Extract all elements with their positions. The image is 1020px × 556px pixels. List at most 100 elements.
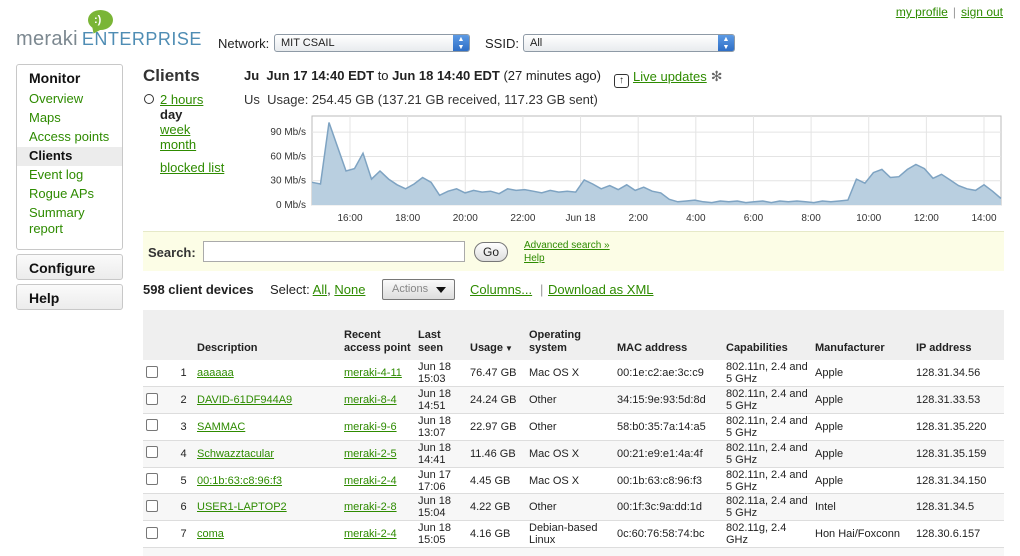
table-row[interactable]: 1 aaaaaa meraki-4-11 Jun 18 15:03 76.47 GB Ma…: [143, 360, 1004, 388]
access-point-link[interactable]: meraki-2-8: [344, 501, 397, 513]
sidebar-item-event-log[interactable]: Event log: [17, 166, 122, 185]
ssid-select[interactable]: All ▲ ▼: [523, 34, 735, 52]
table-row[interactable]: 5 00:1b:63:c8:96:f3 meraki-2-4 Jun 17 17:06…: [143, 467, 1004, 495]
range-prefix: Ju: [244, 68, 260, 83]
actions-button[interactable]: Actions: [382, 279, 455, 300]
cell-last-seen: Jun 18 14:51: [415, 386, 467, 415]
access-point-link[interactable]: meraki-8-4: [344, 394, 397, 406]
table-row[interactable]: Jun 18 Windows 802.11n, 2.4: [143, 547, 1004, 556]
row-checkbox[interactable]: [146, 392, 158, 405]
sidebar-item-summary-report[interactable]: Summary report: [17, 204, 122, 239]
sidebar-item-clients[interactable]: Clients: [17, 147, 122, 166]
sidebar-item-overview[interactable]: Overview: [17, 90, 122, 109]
network-select[interactable]: MIT CSAIL ▲ ▼: [274, 34, 470, 52]
capabilities-value: 802.11n, 2.4 and 5 GHz: [726, 361, 808, 386]
description-link[interactable]: SAMMAC: [197, 421, 245, 433]
cell-capabilities: 802.11a, 2.4 and 5 GHz: [723, 493, 812, 522]
description-link[interactable]: aaaaaa: [197, 367, 234, 379]
table-row[interactable]: 7 coma meraki-2-4 Jun 18 15:05 4.16 GB Debian…: [143, 520, 1004, 549]
usage-value: 22.97 GB: [470, 420, 517, 433]
manufacturer-value: Apple: [815, 420, 844, 433]
ssid-label: SSID:: [485, 36, 519, 51]
os-value: Mac OS X: [529, 447, 580, 460]
advanced-search-link[interactable]: Advanced search »: [524, 240, 610, 251]
go-button[interactable]: Go: [474, 242, 508, 262]
description-link[interactable]: 00:1b:63:c8:96:f3: [197, 475, 282, 487]
mac-value: 00:1b:63:c8:96:f3: [617, 474, 703, 487]
header-ip[interactable]: IP address: [913, 310, 1004, 360]
cell-capabilities: 802.11n, 2.4 and 5 GHz: [723, 360, 812, 388]
dropdown-triangle-icon: [436, 287, 446, 293]
header-manufacturer[interactable]: Manufacturer: [812, 310, 913, 360]
description-link[interactable]: USER1-LAPTOP2: [197, 501, 287, 513]
clients-toolbar: 598 client devices Select: All, None Act…: [143, 279, 1004, 302]
live-updates-link[interactable]: Live updates: [633, 69, 707, 84]
nav-help-title[interactable]: Help: [17, 285, 122, 310]
header-os[interactable]: Operating system: [526, 310, 614, 360]
row-checkbox[interactable]: [146, 365, 158, 378]
sign-out-link[interactable]: sign out: [961, 5, 1003, 19]
header-capabilities[interactable]: Capabilities: [723, 310, 812, 360]
access-point-link[interactable]: meraki-9-6: [344, 421, 397, 433]
header-recent-ap[interactable]: Recent access point: [341, 310, 415, 360]
capabilities-value: 802.11n, 2.4 and 5 GHz: [726, 414, 808, 439]
y-tick-label: 60 Mb/s: [270, 151, 306, 162]
cell-manufacturer: Hon Hai/Foxconn: [812, 520, 913, 549]
configure-nav[interactable]: Configure: [16, 254, 123, 280]
cell-mac: 58:b0:35:7a:14:a5: [614, 413, 723, 441]
cell-index: 7: [173, 520, 194, 549]
table-row[interactable]: 6 USER1-LAPTOP2 meraki-2-8 Jun 18 15:04 4.22…: [143, 493, 1004, 522]
cell-description: Schwazztacular: [194, 440, 341, 468]
index-value: 3: [180, 420, 187, 433]
sidebar-item-access-points[interactable]: Access points: [17, 128, 122, 147]
lock-icon[interactable]: ↑: [614, 74, 629, 88]
cell-capabilities: 802.11n, 2.4 and 5 GHz: [723, 413, 812, 441]
cell-index: 5: [173, 467, 194, 495]
sidebar-item-rogue-aps[interactable]: Rogue APs: [17, 185, 122, 204]
row-checkbox[interactable]: [146, 419, 158, 432]
table-row[interactable]: 2 DAVID-61DF944A9 meraki-8-4 Jun 18 14:51 24…: [143, 386, 1004, 415]
usage-value: 4.16 GB: [470, 528, 511, 541]
blocked-list-link[interactable]: blocked list: [160, 160, 224, 175]
access-point-link[interactable]: meraki-4-11: [344, 367, 402, 379]
header-last-seen[interactable]: Last seen: [415, 310, 467, 360]
header-mac[interactable]: MAC address: [614, 310, 723, 360]
range-week[interactable]: week: [160, 122, 190, 137]
access-point-link[interactable]: meraki-2-4: [344, 528, 397, 540]
row-checkbox[interactable]: [146, 446, 158, 459]
sidebar-item-maps[interactable]: Maps: [17, 109, 122, 128]
help-nav[interactable]: Help: [16, 284, 123, 310]
access-point-link[interactable]: meraki-2-4: [344, 475, 397, 487]
select-none-link[interactable]: None: [334, 282, 365, 297]
table-row[interactable]: 4 Schwazztacular meraki-2-5 Jun 18 14:41 11.…: [143, 440, 1004, 468]
row-checkbox[interactable]: [146, 473, 158, 486]
row-checkbox[interactable]: [146, 499, 158, 512]
meraki-logo: :) meraki ENTERPRISE: [16, 10, 202, 52]
columns-link[interactable]: Columns...: [470, 282, 532, 297]
select-all-link[interactable]: All: [313, 282, 327, 297]
description-link[interactable]: coma: [197, 528, 224, 540]
my-profile-link[interactable]: my profile: [896, 5, 948, 19]
nav-monitor-title[interactable]: Monitor: [17, 65, 122, 90]
description-link[interactable]: Schwazztacular: [197, 448, 274, 460]
cell-select: [143, 493, 173, 522]
header-usage[interactable]: Usage ▼: [467, 310, 526, 360]
ip-value: 128.30.6.157: [916, 528, 981, 541]
capabilities-value: 802.11n, 2.4 and 5 GHz: [726, 388, 808, 413]
cell-capabilities: 802.11n, 2.4: [723, 547, 812, 556]
row-checkbox[interactable]: [146, 526, 158, 539]
search-input[interactable]: [203, 241, 465, 262]
header-checkbox-col: [143, 310, 173, 360]
download-xml-link[interactable]: Download as XML: [548, 282, 654, 297]
cell-access-point: meraki-9-6: [341, 413, 415, 441]
nav-configure-title[interactable]: Configure: [17, 255, 122, 280]
usage-value: 24.24 GB: [470, 394, 517, 407]
range-month[interactable]: month: [160, 137, 196, 152]
os-value: Other: [529, 394, 557, 407]
search-help-link[interactable]: Help: [524, 253, 545, 264]
access-point-link[interactable]: meraki-2-5: [344, 448, 397, 460]
table-row[interactable]: 3 SAMMAC meraki-9-6 Jun 18 13:07 22.97 GB Oth…: [143, 413, 1004, 441]
description-link[interactable]: DAVID-61DF944A9: [197, 394, 292, 406]
range-2-hours[interactable]: 2 hours: [160, 92, 203, 107]
header-description[interactable]: Description: [194, 310, 341, 360]
